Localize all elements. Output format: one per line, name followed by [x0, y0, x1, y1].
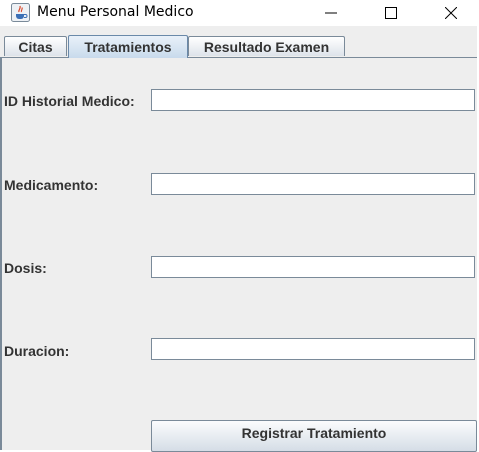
maximize-icon: [385, 7, 397, 19]
tab-label: Citas: [18, 38, 53, 55]
dosis-field[interactable]: [151, 256, 475, 278]
minimize-icon: [325, 12, 337, 14]
maximize-button[interactable]: [368, 0, 414, 26]
tab-tratamientos[interactable]: Tratamientos: [68, 35, 188, 58]
dosis-label: Dosis:: [4, 260, 47, 276]
id-historial-label: ID Historial Medico:: [4, 93, 135, 109]
tab-citas[interactable]: Citas: [4, 36, 67, 56]
java-cup-icon: [11, 3, 30, 22]
close-button[interactable]: [428, 0, 474, 26]
medicamento-field[interactable]: [151, 173, 475, 195]
tab-label: Tratamientos: [84, 39, 172, 55]
window-title-bar: Menu Personal Medico: [0, 0, 479, 26]
duracion-field[interactable]: [151, 338, 475, 360]
tab-resultado-examen[interactable]: Resultado Examen: [188, 36, 345, 56]
minimize-button[interactable]: [308, 0, 354, 26]
id-historial-field[interactable]: [151, 89, 475, 111]
duracion-label: Duracion:: [4, 343, 70, 359]
tab-label: Resultado Examen: [203, 38, 330, 55]
close-icon: [445, 7, 457, 19]
window-title: Menu Personal Medico: [37, 4, 194, 20]
registrar-tratamiento-button[interactable]: Registrar Tratamiento: [151, 420, 477, 452]
tratamientos-panel: [0, 57, 477, 450]
medicamento-label: Medicamento:: [4, 177, 99, 193]
